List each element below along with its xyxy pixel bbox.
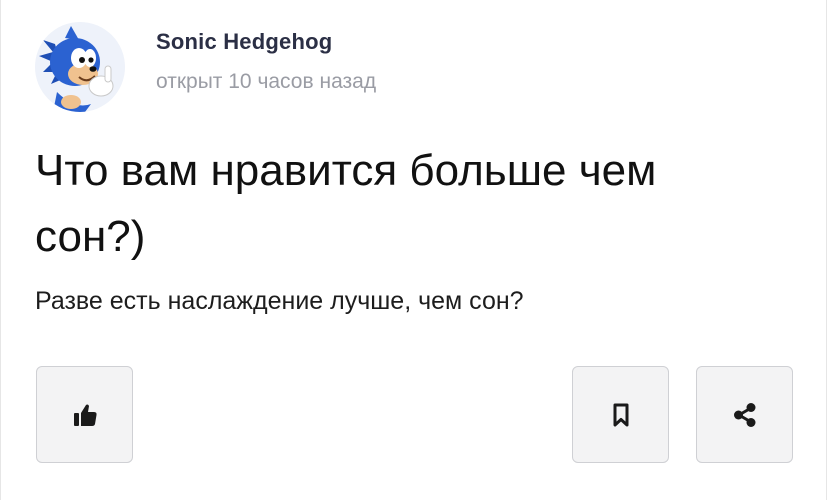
author-avatar[interactable]	[35, 22, 125, 112]
post-body: Разве есть наслаждение лучше, чем сон?	[35, 287, 524, 315]
author-name[interactable]: Sonic Hedgehog	[156, 29, 332, 55]
bookmark-button[interactable]	[572, 366, 669, 463]
post-timestamp: открыт 10 часов назад	[156, 70, 377, 93]
thumbs-up-icon	[72, 402, 98, 428]
like-button[interactable]	[36, 366, 133, 463]
post-card: Sonic Hedgehog открыт 10 часов назад Что…	[0, 0, 827, 500]
bookmark-icon	[610, 402, 632, 428]
share-button[interactable]	[696, 366, 793, 463]
sonic-avatar-image	[35, 22, 125, 112]
share-icon	[731, 401, 759, 429]
post-title[interactable]: Что вам нравится больше чем сон?)	[35, 138, 775, 270]
